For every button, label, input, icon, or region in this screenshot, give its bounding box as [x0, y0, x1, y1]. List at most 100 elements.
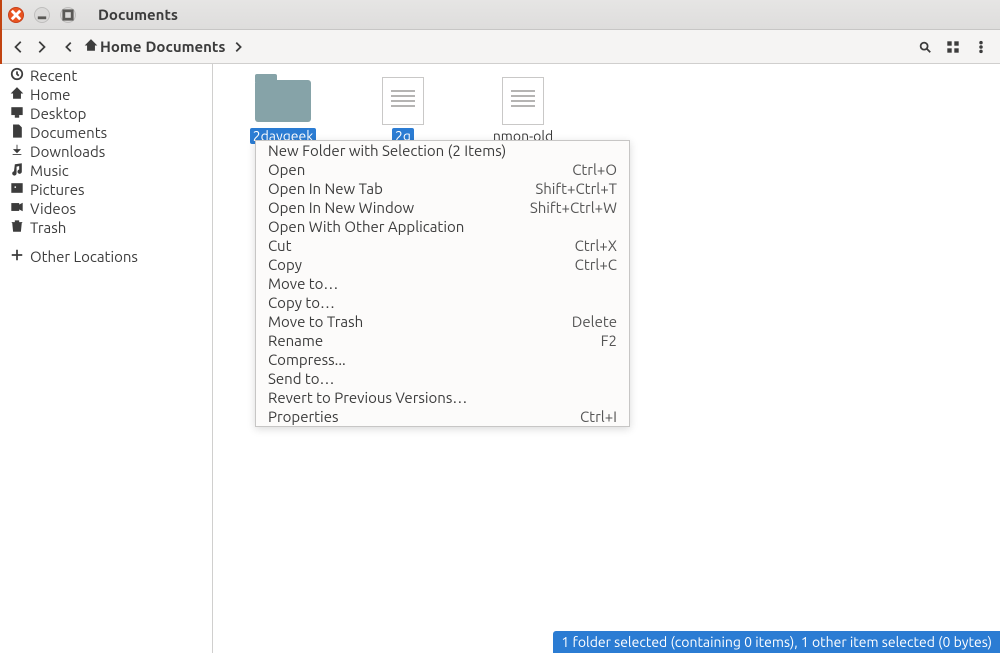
file-item-document[interactable]: 2g: [363, 78, 443, 144]
minimize-icon: [35, 8, 49, 22]
folder-icon: [255, 80, 311, 122]
ctx-label: Open In New Tab: [268, 180, 535, 197]
breadcrumb-home[interactable]: Home: [82, 36, 143, 57]
nav-back-button[interactable]: [8, 36, 30, 58]
status-text: 1 folder selected (containing 0 items), …: [561, 634, 992, 650]
sidebar-item-downloads[interactable]: Downloads: [0, 142, 212, 161]
close-icon: [9, 8, 23, 22]
ctx-label: Rename: [268, 332, 601, 349]
ctx-label: Compress...: [268, 351, 617, 368]
file-item-document[interactable]: nmon-old: [483, 78, 563, 144]
ctx-open-new-tab[interactable]: Open In New Tab Shift+Ctrl+T: [256, 179, 629, 198]
sidebar-item-videos[interactable]: Videos: [0, 199, 212, 218]
chevron-left-icon: [62, 40, 76, 54]
sidebar-item-label: Pictures: [30, 181, 85, 198]
file-item-folder[interactable]: 2daygeek: [243, 78, 323, 144]
breadcrumb-current-label: Documents: [145, 38, 225, 55]
ctx-label: Open: [268, 161, 572, 178]
ctx-new-folder-selection[interactable]: New Folder with Selection (2 Items): [256, 141, 629, 160]
sidebar-item-label: Videos: [30, 200, 76, 217]
path-next-button[interactable]: [227, 36, 249, 58]
breadcrumb-home-label: Home: [100, 38, 141, 55]
hamburger-menu-button[interactable]: [970, 36, 992, 58]
desktop-icon: [8, 105, 26, 122]
sidebar-item-home[interactable]: Home: [0, 85, 212, 104]
text-file-icon: [382, 77, 424, 125]
sidebar-item-music[interactable]: Music: [0, 161, 212, 180]
ctx-label: New Folder with Selection (2 Items): [268, 142, 617, 159]
ctx-compress[interactable]: Compress...: [256, 350, 629, 369]
ctx-cut[interactable]: Cut Ctrl+X: [256, 236, 629, 255]
toolbar: Home Documents: [0, 30, 1000, 64]
arrow-left-icon: [12, 40, 26, 54]
window-maximize-button[interactable]: [60, 7, 76, 23]
ctx-rename[interactable]: Rename F2: [256, 331, 629, 350]
ctx-label: Move to Trash: [268, 313, 572, 330]
view-grid-button[interactable]: [942, 36, 964, 58]
sidebar-item-label: Home: [30, 86, 70, 103]
ctx-label: Properties: [268, 408, 580, 425]
sidebar-item-label: Other Locations: [30, 248, 138, 265]
window-minimize-button[interactable]: [34, 7, 50, 23]
text-file-icon: [502, 77, 544, 125]
ctx-send-to[interactable]: Send to…: [256, 369, 629, 388]
sidebar-item-label: Downloads: [30, 143, 105, 160]
home-icon: [84, 38, 98, 55]
ctx-copy[interactable]: Copy Ctrl+C: [256, 255, 629, 274]
sidebar-item-pictures[interactable]: Pictures: [0, 180, 212, 199]
ctx-revert-versions[interactable]: Revert to Previous Versions…: [256, 388, 629, 407]
download-icon: [8, 143, 26, 160]
clock-icon: [8, 67, 26, 84]
window-titlebar: Documents: [0, 0, 1000, 30]
window-close-button[interactable]: [8, 7, 24, 23]
ctx-move-to[interactable]: Move to…: [256, 274, 629, 293]
sidebar-item-label: Recent: [30, 67, 77, 84]
ctx-accel: Delete: [572, 313, 617, 330]
path-up-button[interactable]: [58, 36, 80, 58]
ctx-label: Open In New Window: [268, 199, 530, 216]
context-menu: New Folder with Selection (2 Items) Open…: [255, 140, 630, 427]
maximize-icon: [61, 8, 75, 22]
sidebar: Recent Home Desktop Documents: [0, 64, 213, 653]
document-icon: [8, 124, 26, 141]
ctx-label: Cut: [268, 237, 575, 254]
breadcrumb: Home Documents: [82, 36, 227, 57]
video-icon: [8, 200, 26, 217]
ctx-label: Open With Other Application: [268, 218, 617, 235]
ctx-accel: Ctrl+I: [580, 408, 617, 425]
ctx-accel: Shift+Ctrl+W: [530, 199, 617, 216]
sidebar-item-documents[interactable]: Documents: [0, 123, 212, 142]
grid-icon: [946, 40, 960, 54]
trash-icon: [8, 219, 26, 236]
arrow-right-icon: [34, 40, 48, 54]
ctx-move-to-trash[interactable]: Move to Trash Delete: [256, 312, 629, 331]
ctx-accel: Ctrl+X: [575, 237, 617, 254]
sidebar-item-trash[interactable]: Trash: [0, 218, 212, 237]
ctx-open-new-window[interactable]: Open In New Window Shift+Ctrl+W: [256, 198, 629, 217]
breadcrumb-current[interactable]: Documents: [143, 36, 227, 57]
status-bar: 1 folder selected (containing 0 items), …: [553, 631, 1000, 653]
window-title: Documents: [98, 6, 178, 23]
nav-forward-button[interactable]: [30, 36, 52, 58]
sidebar-item-recent[interactable]: Recent: [0, 66, 212, 85]
ctx-label: Send to…: [268, 370, 617, 387]
sidebar-item-desktop[interactable]: Desktop: [0, 104, 212, 123]
ctx-label: Copy: [268, 256, 575, 273]
ctx-properties[interactable]: Properties Ctrl+I: [256, 407, 629, 426]
music-icon: [8, 162, 26, 179]
ctx-accel: Shift+Ctrl+T: [535, 180, 617, 197]
ctx-copy-to[interactable]: Copy to…: [256, 293, 629, 312]
sidebar-item-label: Trash: [30, 219, 66, 236]
search-button[interactable]: [914, 36, 936, 58]
chevron-right-icon: [231, 40, 245, 54]
more-icon: [974, 40, 988, 54]
sidebar-item-other-locations[interactable]: Other Locations: [0, 247, 212, 266]
sidebar-item-label: Documents: [30, 124, 107, 141]
search-icon: [918, 40, 932, 54]
ctx-label: Copy to…: [268, 294, 617, 311]
pictures-icon: [8, 181, 26, 198]
ctx-accel: F2: [601, 332, 617, 349]
plus-icon: [8, 248, 26, 265]
ctx-open[interactable]: Open Ctrl+O: [256, 160, 629, 179]
ctx-open-with-other[interactable]: Open With Other Application: [256, 217, 629, 236]
